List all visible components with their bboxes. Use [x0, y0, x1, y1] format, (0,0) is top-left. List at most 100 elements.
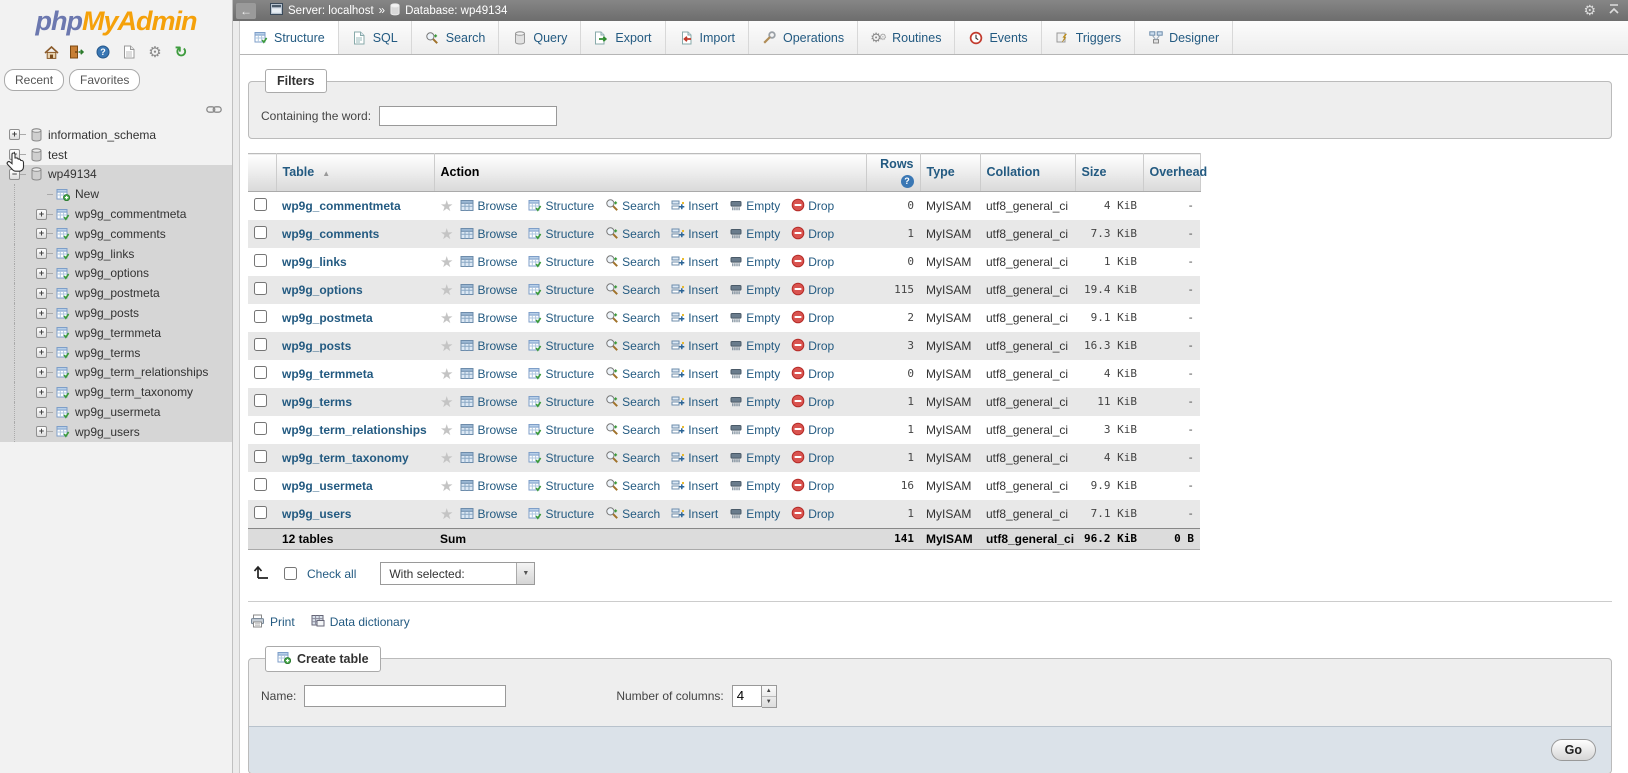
tree-item-wp9g_links[interactable]: +wp9g_links	[0, 244, 232, 264]
action-empty-link[interactable]: Empty	[729, 227, 780, 241]
favorite-star-icon[interactable]: ★	[440, 198, 453, 215]
row-checkbox[interactable]	[254, 338, 267, 351]
action-drop-link[interactable]: Drop	[791, 255, 834, 269]
action-drop-link[interactable]: Drop	[791, 283, 834, 297]
tree-item-wp9g_termmeta[interactable]: +wp9g_termmeta	[0, 323, 232, 343]
action-drop-link[interactable]: Drop	[791, 507, 834, 521]
action-empty-link[interactable]: Empty	[729, 367, 780, 381]
action-empty-link[interactable]: Empty	[729, 199, 780, 213]
page-settings-gear-icon[interactable]: ⚙	[1583, 2, 1596, 19]
collapse-navigation-button[interactable]: ←	[236, 3, 256, 19]
action-insert-link[interactable]: Insert	[671, 311, 718, 325]
tree-item-test[interactable]: +test	[0, 145, 232, 165]
action-structure-link[interactable]: Structure	[528, 311, 594, 325]
expand-icon[interactable]: +	[36, 308, 47, 319]
action-browse-link[interactable]: Browse	[460, 311, 517, 325]
action-search-link[interactable]: Search	[605, 507, 660, 521]
col-header-rows[interactable]: Rows?	[866, 154, 920, 192]
go-button[interactable]: Go	[1551, 739, 1596, 761]
tree-item-information_schema[interactable]: +information_schema	[0, 125, 232, 145]
check-all-checkbox[interactable]	[284, 567, 297, 580]
table-name-link[interactable]: wp9g_usermeta	[282, 479, 373, 493]
favorite-star-icon[interactable]: ★	[440, 226, 453, 243]
action-insert-link[interactable]: Insert	[671, 255, 718, 269]
action-insert-link[interactable]: Insert	[671, 283, 718, 297]
refresh-icon[interactable]: ↻	[173, 44, 190, 60]
action-browse-link[interactable]: Browse	[460, 423, 517, 437]
action-drop-link[interactable]: Drop	[791, 311, 834, 325]
tab-routines[interactable]: ⚙⚙Routines	[858, 21, 955, 54]
action-search-link[interactable]: Search	[605, 395, 660, 409]
favorite-star-icon[interactable]: ★	[440, 254, 453, 271]
action-search-link[interactable]: Search	[605, 255, 660, 269]
favorite-star-icon[interactable]: ★	[440, 422, 453, 439]
table-name-link[interactable]: wp9g_posts	[282, 339, 351, 353]
stepper-up-icon[interactable]: ▲	[762, 686, 776, 696]
action-insert-link[interactable]: Insert	[671, 367, 718, 381]
expand-icon[interactable]: +	[9, 149, 20, 160]
action-search-link[interactable]: Search	[605, 423, 660, 437]
panel-splitter[interactable]	[233, 21, 240, 773]
breadcrumb-server-link[interactable]: Server: localhost	[288, 5, 374, 17]
action-empty-link[interactable]: Empty	[729, 507, 780, 521]
row-checkbox[interactable]	[254, 478, 267, 491]
docs-icon[interactable]	[121, 44, 138, 60]
action-browse-link[interactable]: Browse	[460, 283, 517, 297]
action-drop-link[interactable]: Drop	[791, 227, 834, 241]
action-search-link[interactable]: Search	[605, 339, 660, 353]
print-link[interactable]: Print	[250, 614, 295, 631]
action-drop-link[interactable]: Drop	[791, 395, 834, 409]
expand-icon[interactable]: +	[36, 367, 47, 378]
tab-query[interactable]: Query	[499, 21, 581, 54]
action-insert-link[interactable]: Insert	[671, 227, 718, 241]
row-checkbox[interactable]	[254, 366, 267, 379]
col-header-type[interactable]: Type	[920, 154, 980, 192]
action-insert-link[interactable]: Insert	[671, 423, 718, 437]
tree-item-wp9g_users[interactable]: +wp9g_users	[0, 422, 232, 442]
action-search-link[interactable]: Search	[605, 199, 660, 213]
home-icon[interactable]	[43, 44, 60, 60]
action-browse-link[interactable]: Browse	[460, 339, 517, 353]
tree-item-new[interactable]: New	[0, 184, 232, 204]
recent-button[interactable]: Recent	[4, 69, 64, 91]
tab-sql[interactable]: SQL	[339, 21, 412, 54]
columns-count-input[interactable]	[732, 685, 762, 707]
tree-item-wp49134[interactable]: −wp49134	[0, 165, 232, 185]
row-checkbox[interactable]	[254, 282, 267, 295]
table-name-link[interactable]: wp9g_comments	[282, 227, 379, 241]
col-header-overhead[interactable]: Overhead	[1143, 154, 1200, 192]
breadcrumb-database-link[interactable]: Database: wp49134	[405, 5, 507, 17]
tab-structure[interactable]: Structure	[240, 21, 339, 54]
favorite-star-icon[interactable]: ★	[440, 366, 453, 383]
link-icon[interactable]	[206, 101, 222, 119]
expand-icon[interactable]: +	[36, 426, 47, 437]
tab-import[interactable]: Import	[666, 21, 749, 54]
row-checkbox[interactable]	[254, 254, 267, 267]
tab-operations[interactable]: Operations	[749, 21, 858, 54]
expand-icon[interactable]: +	[36, 268, 47, 279]
action-drop-link[interactable]: Drop	[791, 367, 834, 381]
tree-item-wp9g_options[interactable]: +wp9g_options	[0, 264, 232, 284]
action-insert-link[interactable]: Insert	[671, 479, 718, 493]
expand-icon[interactable]: +	[36, 347, 47, 358]
action-empty-link[interactable]: Empty	[729, 283, 780, 297]
action-search-link[interactable]: Search	[605, 451, 660, 465]
action-empty-link[interactable]: Empty	[729, 451, 780, 465]
favorite-star-icon[interactable]: ★	[440, 338, 453, 355]
action-empty-link[interactable]: Empty	[729, 311, 780, 325]
logout-icon[interactable]	[69, 44, 86, 60]
tab-search[interactable]: Search	[412, 21, 500, 54]
tree-item-wp9g_term_relationships[interactable]: +wp9g_term_relationships	[0, 363, 232, 383]
action-structure-link[interactable]: Structure	[528, 199, 594, 213]
action-insert-link[interactable]: Insert	[671, 199, 718, 213]
favorite-star-icon[interactable]: ★	[440, 506, 453, 523]
action-insert-link[interactable]: Insert	[671, 339, 718, 353]
action-browse-link[interactable]: Browse	[460, 395, 517, 409]
action-structure-link[interactable]: Structure	[528, 423, 594, 437]
table-name-link[interactable]: wp9g_terms	[282, 395, 352, 409]
favorite-star-icon[interactable]: ★	[440, 478, 453, 495]
action-search-link[interactable]: Search	[605, 283, 660, 297]
table-name-link[interactable]: wp9g_term_taxonomy	[282, 451, 409, 465]
action-empty-link[interactable]: Empty	[729, 339, 780, 353]
col-header-collation[interactable]: Collation	[980, 154, 1075, 192]
